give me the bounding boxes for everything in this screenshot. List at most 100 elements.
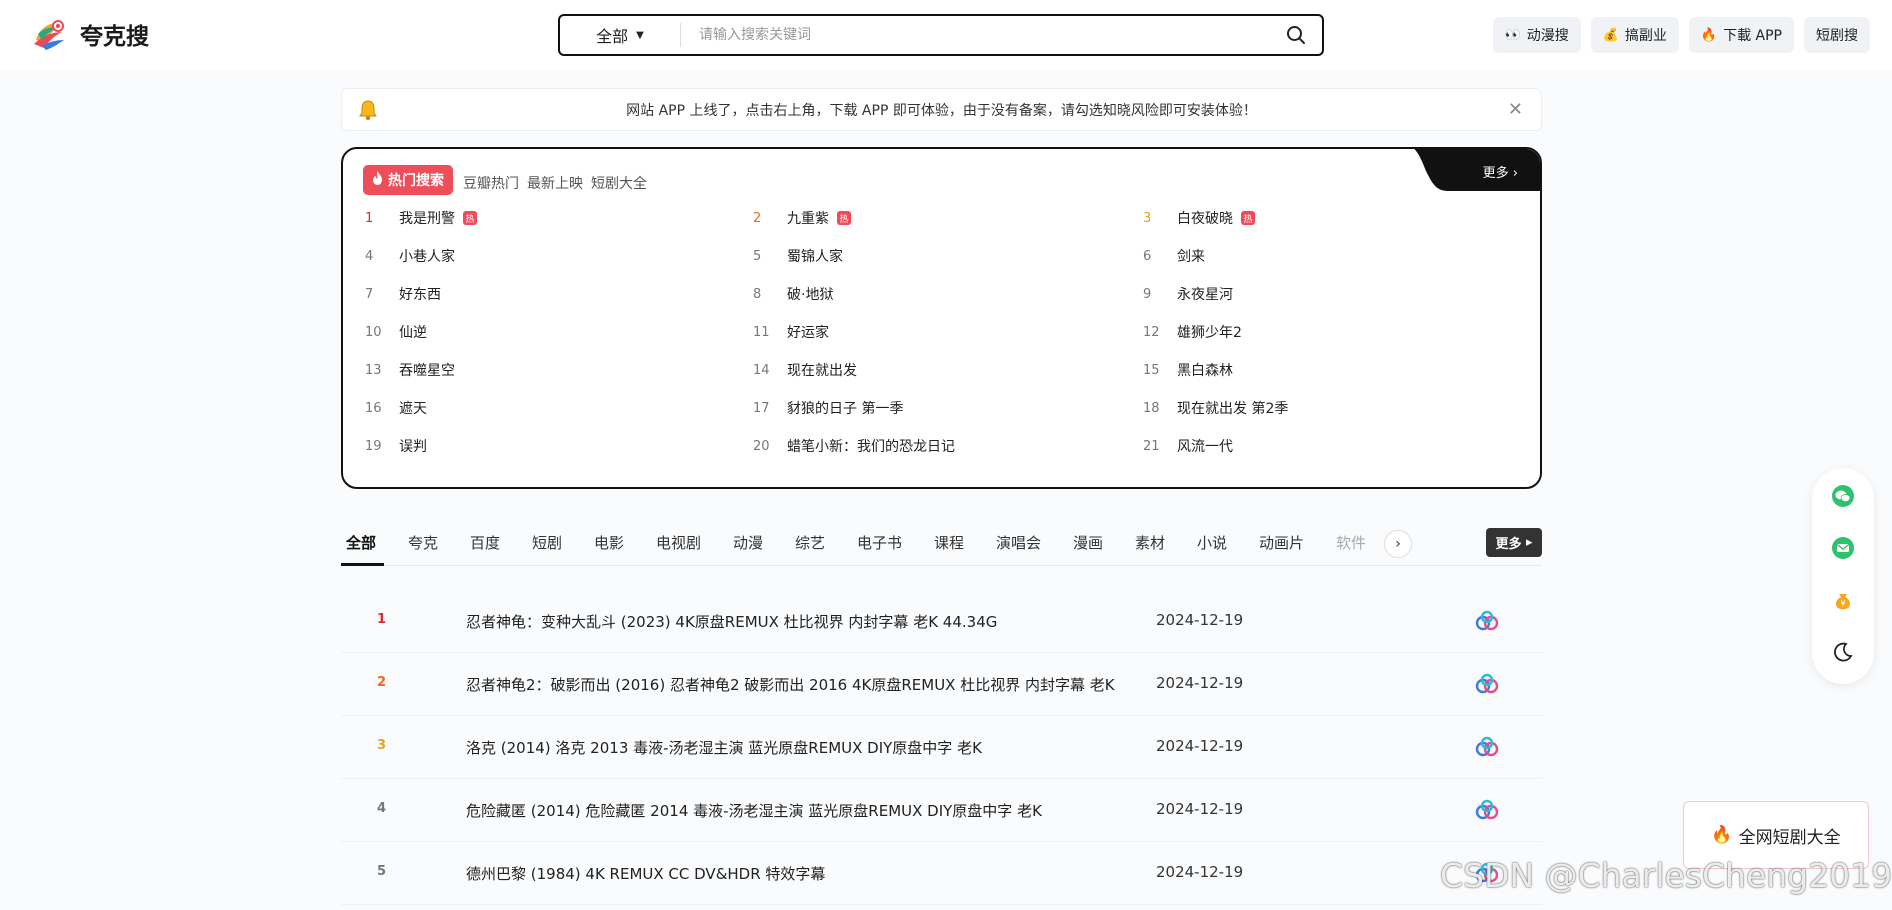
hot-item[interactable]: 7 好东西 bbox=[365, 283, 441, 305]
result-title[interactable]: 忍者神龟2：破影而出 (2016) 忍者神龟2 破影而出 2016 4K原盘RE… bbox=[466, 674, 1115, 695]
hot-tabs: 豆瓣热门 最新上映 短剧大全 bbox=[463, 173, 647, 195]
close-icon[interactable]: ✕ bbox=[1508, 99, 1523, 120]
hot-item[interactable]: 19 误判 bbox=[365, 435, 427, 457]
hot-item[interactable]: 18 现在就出发 第2季 bbox=[1143, 397, 1288, 419]
category-more-label: 更多 bbox=[1495, 537, 1522, 552]
hot-item[interactable]: 12 雄狮少年2 bbox=[1143, 321, 1242, 343]
hot-title: 蜡笔小新：我们的恐龙日记 bbox=[787, 439, 955, 455]
result-date: 2024-12-19 bbox=[1156, 611, 1244, 629]
tab-course[interactable]: 课程 bbox=[934, 532, 964, 553]
tab-quark[interactable]: 夸克 bbox=[408, 532, 438, 553]
hot-item[interactable]: 15 黑白森林 bbox=[1143, 359, 1233, 381]
result-title[interactable]: 忍者神龟：变种大乱斗 (2023) 4K原盘REMUX 杜比视界 内封字幕 老K… bbox=[466, 611, 997, 632]
tab-variety[interactable]: 综艺 bbox=[795, 532, 825, 553]
download-app-link[interactable]: 🔥 下載 APP bbox=[1688, 17, 1794, 53]
tab-material[interactable]: 素材 bbox=[1135, 532, 1165, 553]
hot-item[interactable]: 3 白夜破晓 热 bbox=[1143, 207, 1255, 229]
search-category-select[interactable]: 全部 ▼ bbox=[560, 23, 680, 47]
hot-rank: 19 bbox=[365, 438, 382, 454]
hot-item[interactable]: 20 蜡笔小新：我们的恐龙日记 bbox=[753, 435, 955, 457]
hot-item[interactable]: 21 风流一代 bbox=[1143, 435, 1233, 457]
hot-title: 现在就出发 第2季 bbox=[1177, 401, 1289, 417]
bell-icon bbox=[358, 99, 378, 125]
hot-item[interactable]: 16 遮天 bbox=[365, 397, 427, 419]
result-title[interactable]: 洛克 (2014) 洛克 2013 毒液-汤老湿主演 蓝光原盘REMUX DIY… bbox=[466, 737, 982, 758]
hot-rank: 14 bbox=[753, 362, 770, 378]
category-more-button[interactable]: 更多 ▸ bbox=[1486, 528, 1542, 557]
hot-rank: 7 bbox=[365, 286, 374, 302]
hot-item[interactable]: 4 小巷人家 bbox=[365, 245, 455, 267]
hot-title: 雄狮少年2 bbox=[1177, 325, 1242, 341]
hot-item[interactable]: 8 破·地狱 bbox=[753, 283, 833, 305]
tab-tv-series[interactable]: 电视剧 bbox=[656, 532, 701, 553]
hot-item[interactable]: 6 剑来 bbox=[1143, 245, 1205, 267]
short-drama-search-link[interactable]: 短剧搜 bbox=[1804, 17, 1870, 53]
hot-item[interactable]: 10 仙逆 bbox=[365, 321, 427, 343]
hot-more-link[interactable]: 更多 › bbox=[1483, 162, 1518, 181]
cloud-drive-icon[interactable] bbox=[1474, 736, 1500, 758]
caret-down-icon: ▼ bbox=[636, 29, 644, 41]
result-row[interactable]: 2 忍者神龟2：破影而出 (2016) 忍者神龟2 破影而出 2016 4K原盘… bbox=[341, 653, 1542, 716]
tab-short-drama[interactable]: 短剧 bbox=[532, 532, 562, 553]
result-title[interactable]: 德州巴黎 (1984) 4K REMUX CC DV&HDR 特效字幕 bbox=[466, 863, 825, 884]
result-row[interactable]: 5 德州巴黎 (1984) 4K REMUX CC DV&HDR 特效字幕 20… bbox=[341, 842, 1542, 905]
result-row[interactable]: 3 洛克 (2014) 洛克 2013 毒液-汤老湿主演 蓝光原盘REMUX D… bbox=[341, 716, 1542, 779]
hot-header: 热门搜索 豆瓣热门 最新上映 短剧大全 bbox=[363, 165, 647, 195]
hot-tab-douban[interactable]: 豆瓣热门 bbox=[463, 173, 519, 193]
side-hustle-link[interactable]: 💰 搞副业 bbox=[1590, 17, 1679, 53]
tab-anime[interactable]: 动漫 bbox=[733, 532, 763, 553]
tab-software[interactable]: 软件 bbox=[1336, 532, 1366, 553]
hot-item[interactable]: 13 吞噬星空 bbox=[365, 359, 455, 381]
svg-text:¥: ¥ bbox=[1840, 599, 1845, 608]
hot-title: 好运家 bbox=[787, 325, 829, 341]
download-app-label: 下載 APP bbox=[1723, 28, 1782, 44]
moon-icon[interactable] bbox=[1831, 640, 1855, 664]
hot-flag-badge: 热 bbox=[837, 211, 851, 225]
wechat-icon[interactable] bbox=[1831, 484, 1855, 508]
cloud-drive-icon[interactable] bbox=[1474, 799, 1500, 821]
category-tabs: 全部 夸克 百度 短剧 电影 电视剧 动漫 综艺 电子书 课程 演唱会 漫画 素… bbox=[341, 526, 1542, 566]
money-bag-icon[interactable]: ¥ bbox=[1831, 588, 1855, 612]
tab-concert[interactable]: 演唱会 bbox=[996, 532, 1041, 553]
search-button[interactable] bbox=[1270, 16, 1322, 54]
result-date: 2024-12-19 bbox=[1156, 800, 1244, 818]
hot-flag-badge: 热 bbox=[1241, 211, 1255, 225]
tab-comic[interactable]: 漫画 bbox=[1073, 532, 1103, 553]
hot-item[interactable]: 2 九重紫 热 bbox=[753, 207, 851, 229]
search-input[interactable] bbox=[681, 17, 1270, 53]
short-drama-search-label: 短剧搜 bbox=[1816, 28, 1858, 44]
result-row[interactable]: 4 危险藏匿 (2014) 危险藏匿 2014 毒液-汤老湿主演 蓝光原盘REM… bbox=[341, 779, 1542, 842]
site-logo[interactable]: 夸克搜 bbox=[32, 16, 149, 52]
hot-item[interactable]: 17 豺狼的日子 第一季 bbox=[753, 397, 903, 419]
tab-all[interactable]: 全部 bbox=[346, 532, 376, 553]
hot-title: 吞噬星空 bbox=[399, 363, 455, 379]
result-rank: 3 bbox=[377, 738, 387, 753]
hot-rank: 1 bbox=[365, 210, 374, 226]
side-hustle-label: 搞副业 bbox=[1624, 28, 1667, 44]
result-title[interactable]: 危险藏匿 (2014) 危险藏匿 2014 毒液-汤老湿主演 蓝光原盘REMUX… bbox=[466, 800, 1042, 821]
chevron-right-icon[interactable]: › bbox=[1384, 530, 1412, 558]
anime-search-link[interactable]: 👀 动漫搜 bbox=[1492, 17, 1581, 53]
tab-baidu[interactable]: 百度 bbox=[470, 532, 500, 553]
hot-rank: 17 bbox=[753, 400, 770, 416]
hot-title: 风流一代 bbox=[1177, 439, 1233, 455]
tab-novel[interactable]: 小说 bbox=[1197, 532, 1227, 553]
hot-tab-short-drama[interactable]: 短剧大全 bbox=[591, 173, 647, 193]
tab-movie[interactable]: 电影 bbox=[594, 532, 624, 553]
hot-rank: 11 bbox=[753, 324, 770, 340]
result-row[interactable]: 1 忍者神龟：变种大乱斗 (2023) 4K原盘REMUX 杜比视界 内封字幕 … bbox=[341, 590, 1542, 653]
hot-item[interactable]: 11 好运家 bbox=[753, 321, 829, 343]
hot-item[interactable]: 14 现在就出发 bbox=[753, 359, 857, 381]
hot-search-panel: 更多 › 热门搜索 豆瓣热门 最新上映 短剧大全 1 我是刑警 热 2 九重紫 … bbox=[341, 147, 1542, 489]
hot-item[interactable]: 5 蜀锦人家 bbox=[753, 245, 843, 267]
cloud-drive-icon[interactable] bbox=[1474, 610, 1500, 632]
hot-badge-label: 热门搜索 bbox=[388, 173, 444, 189]
result-rank: 5 bbox=[377, 864, 387, 879]
mail-icon[interactable] bbox=[1831, 536, 1855, 560]
hot-item[interactable]: 1 我是刑警 热 bbox=[365, 207, 477, 229]
tab-ebook[interactable]: 电子书 bbox=[857, 532, 902, 553]
cloud-drive-icon[interactable] bbox=[1474, 673, 1500, 695]
hot-item[interactable]: 9 永夜星河 bbox=[1143, 283, 1233, 305]
tab-cartoon[interactable]: 动画片 bbox=[1259, 532, 1304, 553]
hot-tab-new-release[interactable]: 最新上映 bbox=[527, 173, 583, 193]
